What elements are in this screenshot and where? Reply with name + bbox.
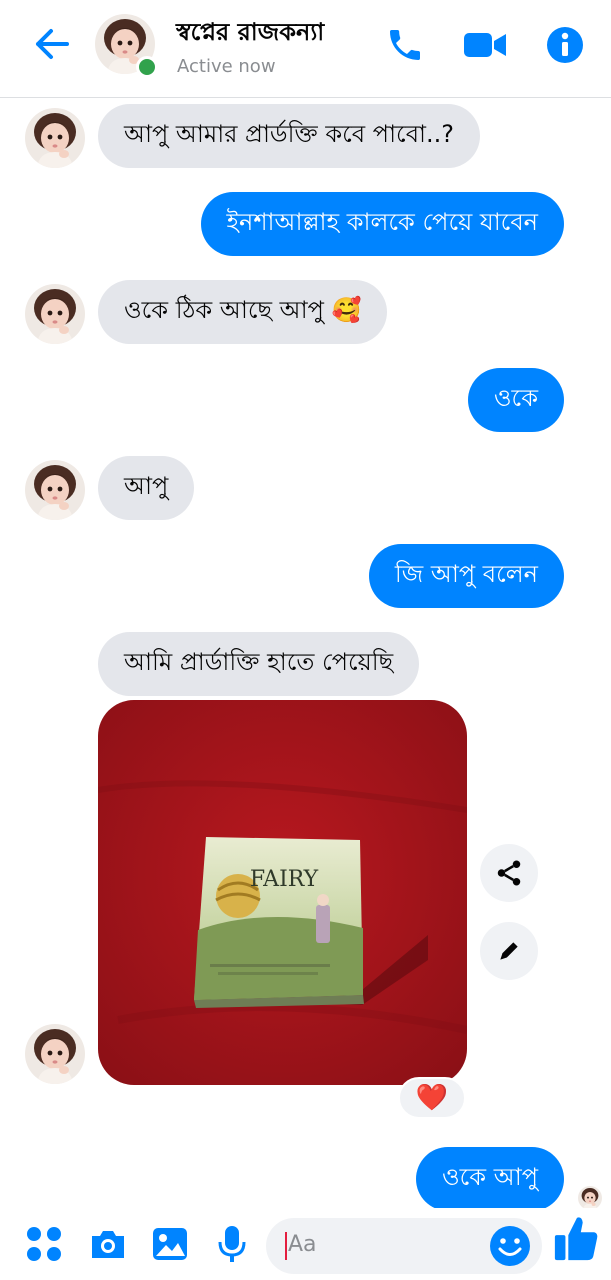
microphone-icon[interactable] bbox=[208, 1220, 256, 1268]
back-arrow-icon[interactable] bbox=[30, 24, 74, 64]
phone-icon[interactable] bbox=[382, 22, 428, 68]
message-placeholder: Aa bbox=[288, 1232, 317, 1257]
sent-message[interactable]: ওকে bbox=[467, 368, 564, 432]
received-message[interactable]: ওকে ঠিক আছে আপু 🥰 bbox=[98, 280, 388, 344]
photo-message[interactable]: FAIRY bbox=[98, 700, 467, 1085]
received-message[interactable]: আপু আমার প্রার্ডক্তি কবে পাবো..? bbox=[98, 104, 481, 168]
sender-avatar[interactable] bbox=[25, 460, 85, 520]
message-input[interactable]: Aa bbox=[266, 1218, 542, 1274]
received-message[interactable]: আপু bbox=[98, 456, 195, 520]
sender-avatar[interactable] bbox=[25, 108, 85, 168]
camera-icon[interactable] bbox=[84, 1220, 132, 1268]
share-icon[interactable] bbox=[480, 844, 538, 902]
apps-icon[interactable] bbox=[20, 1220, 68, 1268]
online-indicator bbox=[136, 56, 158, 78]
emoji-icon[interactable] bbox=[488, 1224, 532, 1272]
active-status: Active now bbox=[177, 56, 276, 77]
seen-indicator-avatar bbox=[578, 1186, 602, 1210]
sender-avatar[interactable] bbox=[25, 1024, 85, 1084]
sent-message[interactable]: ইনশাআল্লাহ কালকে পেয়ে যাবেন bbox=[200, 192, 564, 256]
contact-name[interactable]: স্বপ্নের রাজকন্যা bbox=[176, 14, 324, 54]
gallery-icon[interactable] bbox=[146, 1220, 194, 1268]
product-label: FAIRY bbox=[250, 867, 319, 892]
sent-message[interactable]: জি আপু বলেন bbox=[368, 544, 564, 608]
text-cursor bbox=[285, 1232, 287, 1260]
heart-reaction[interactable]: ❤️ bbox=[398, 1077, 466, 1119]
sender-avatar[interactable] bbox=[25, 284, 85, 344]
message-composer: Aa bbox=[0, 1208, 611, 1280]
like-icon[interactable] bbox=[552, 1214, 600, 1262]
chat-header: স্বপ্নের রাজকন্যা Active now bbox=[0, 0, 611, 98]
edit-icon[interactable] bbox=[480, 922, 538, 980]
sent-message[interactable]: ওকে আপু bbox=[415, 1147, 564, 1211]
info-icon[interactable] bbox=[542, 22, 588, 68]
received-message[interactable]: আমি প্রার্ডাক্তি হাতে পেয়েছি bbox=[98, 632, 420, 696]
video-camera-icon[interactable] bbox=[462, 22, 508, 68]
